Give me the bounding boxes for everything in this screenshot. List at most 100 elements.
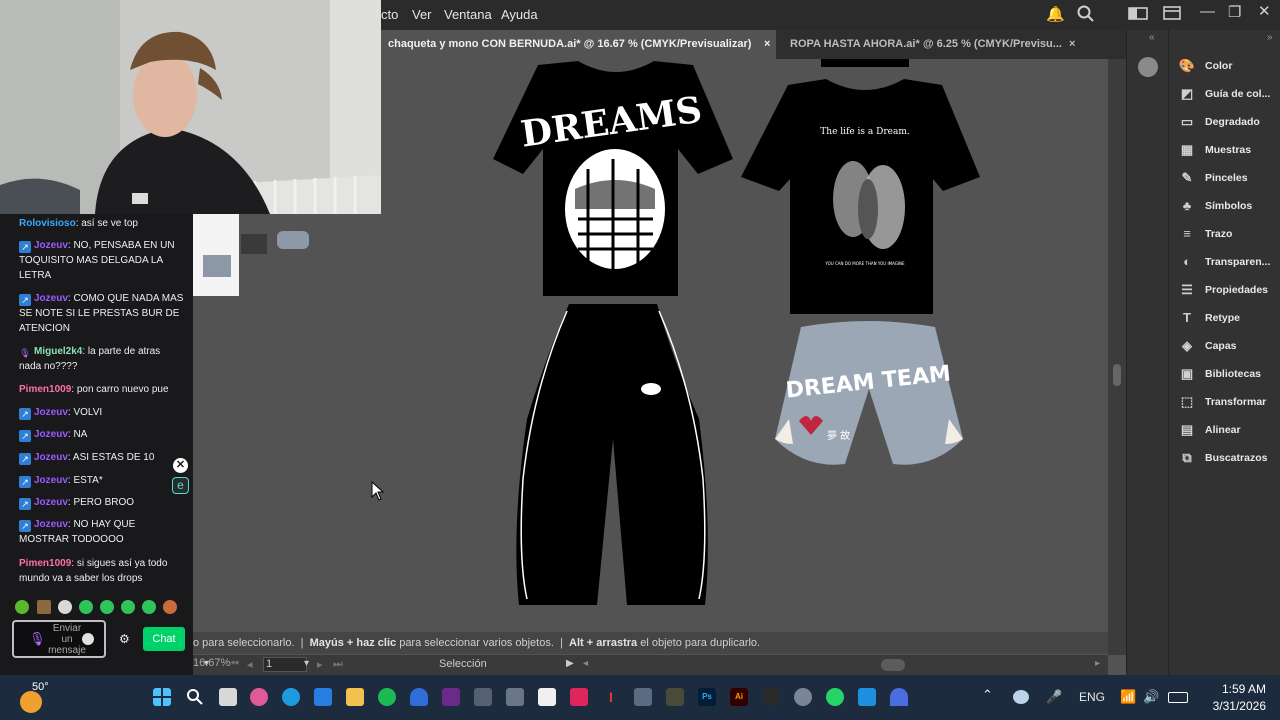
panel-item-transparen[interactable]: ◐ Transparen... [1175, 250, 1280, 274]
emote-icon[interactable] [100, 600, 114, 614]
copilot-icon[interactable] [250, 688, 268, 706]
collapse-icon[interactable]: « [1149, 32, 1155, 43]
app-icon[interactable] [506, 688, 524, 706]
zoom-dropdown-icon[interactable]: ▾ [204, 658, 209, 669]
close-window-icon[interactable]: ✕ [1258, 2, 1271, 20]
scroll-right-icon[interactable]: ▸ [1095, 658, 1100, 669]
first-page-icon[interactable]: ⏮ [229, 658, 239, 671]
chat-username[interactable]: Jozeuv [34, 429, 68, 440]
horizontal-scrollbar-thumb[interactable] [881, 659, 905, 671]
emote-icon[interactable] [163, 600, 177, 614]
panel-item-retype[interactable]: T Retype [1175, 306, 1280, 330]
panel-item-bibliotecas[interactable]: ▣ Bibliotecas [1175, 362, 1280, 386]
weather-temp[interactable]: 50° [32, 681, 49, 693]
weather-icon[interactable] [20, 691, 42, 713]
store-icon[interactable] [314, 688, 332, 706]
menu-item-ver[interactable]: Ver [412, 7, 432, 22]
arrange-docs-icon[interactable] [1163, 5, 1181, 25]
scrollbar-thumb[interactable] [1113, 364, 1121, 386]
defender-icon[interactable] [410, 688, 428, 706]
windows-start-icon[interactable] [153, 688, 171, 706]
prev-page-icon[interactable]: ◂ [247, 658, 253, 671]
expand-panels-icon[interactable]: » [1267, 32, 1273, 43]
clock[interactable]: 1:59 AM 3/31/2026 [1196, 681, 1266, 715]
menu-item-ventana[interactable]: Ventana [444, 7, 492, 22]
panel-item-muestras[interactable]: ▦ Muestras [1175, 138, 1280, 162]
chat-username[interactable]: Jozeuv [34, 497, 68, 508]
gear-icon[interactable]: ⚙ [119, 632, 130, 646]
scroll-left-icon[interactable]: ◂ [583, 658, 588, 669]
app-icon[interactable] [890, 688, 908, 706]
search-icon[interactable] [186, 688, 204, 706]
app-icon[interactable] [666, 688, 684, 706]
chat-username[interactable]: Miguel2k4 [34, 346, 82, 357]
close-tab-icon[interactable]: × [1069, 30, 1075, 59]
close-icon[interactable]: ✕ [173, 458, 188, 473]
search-icon[interactable] [1077, 5, 1095, 27]
battery-icon[interactable] [1168, 692, 1188, 703]
chat-username[interactable]: Pimen1009 [19, 558, 71, 569]
app-icon[interactable] [442, 688, 460, 706]
notepad-icon[interactable] [538, 688, 556, 706]
tool-play-icon[interactable]: ▶ [566, 658, 574, 669]
maximize-icon[interactable]: ❐ [1228, 3, 1241, 21]
chat-input[interactable]: 🎙 Enviar un mensaje [12, 620, 106, 658]
app-icon[interactable]: I [602, 688, 620, 706]
emote-icon[interactable] [58, 600, 72, 614]
workspace-layout-icon[interactable] [1128, 5, 1148, 25]
chevron-up-icon[interactable]: ⌃ [982, 687, 993, 703]
wifi-icon[interactable]: 📶 [1120, 689, 1136, 705]
menu-item-ayuda[interactable]: Ayuda [501, 7, 538, 22]
tab-chaqueta-y-mono[interactable]: chaqueta y mono CON BERNUDA.ai* @ 16.67 … [381, 30, 776, 59]
chat-username[interactable]: Jozeuv [34, 452, 68, 463]
bell-icon[interactable]: 🔔 [1046, 5, 1065, 23]
file-explorer-icon[interactable] [346, 688, 364, 706]
panel-item-degradado[interactable]: ▭ Degradado [1175, 110, 1280, 134]
emote-icon[interactable] [37, 600, 51, 614]
page-dropdown-icon[interactable]: ▾ [304, 658, 309, 669]
chat-username[interactable]: Jozeuv [34, 475, 68, 486]
panel-item-buscatrazos[interactable]: ⧉ Buscatrazos [1175, 446, 1280, 470]
panel-toggle-icon[interactable] [1138, 57, 1158, 77]
panel-item-s-mbolos[interactable]: ♣ Símbolos [1175, 194, 1280, 218]
panel-item-propiedades[interactable]: ☰ Propiedades [1175, 278, 1280, 302]
cloud-icon[interactable] [1013, 690, 1029, 704]
chat-username[interactable]: Rolovisioso [19, 218, 76, 229]
chat-send-button[interactable]: Chat [143, 627, 185, 651]
panel-item-alinear[interactable]: ▤ Alinear [1175, 418, 1280, 442]
menu-item-objeto[interactable]: cto [381, 7, 398, 22]
language-indicator[interactable]: ENG [1079, 690, 1105, 704]
emote-icon[interactable] [15, 600, 29, 614]
panel-item-gu-a-de-col[interactable]: ◩ Guía de col... [1175, 82, 1280, 106]
edge-icon[interactable] [282, 688, 300, 706]
mic-icon[interactable]: 🎙 [29, 631, 46, 647]
obs-icon[interactable] [762, 688, 780, 706]
panel-item-transformar[interactable]: ⬚ Transformar [1175, 390, 1280, 414]
extension-icon[interactable]: e [172, 477, 189, 494]
illustrator-icon[interactable]: Ai [730, 688, 748, 706]
emoji-icon[interactable] [82, 633, 94, 645]
photos-icon[interactable] [858, 688, 876, 706]
chat-username[interactable]: Jozeuv [34, 293, 68, 304]
app-icon[interactable] [474, 688, 492, 706]
emote-icon[interactable] [142, 600, 156, 614]
chat-username[interactable]: Jozeuv [34, 240, 68, 251]
chat-username[interactable]: Jozeuv [34, 407, 68, 418]
music-icon[interactable] [570, 688, 588, 706]
page-number-input[interactable]: 1 [263, 657, 307, 672]
panel-item-capas[interactable]: ◈ Capas [1175, 334, 1280, 358]
photoshop-icon[interactable]: Ps [698, 688, 716, 706]
minimize-icon[interactable]: — [1200, 3, 1215, 20]
spotify-icon[interactable] [378, 688, 396, 706]
panel-item-trazo[interactable]: ≡ Trazo [1175, 222, 1280, 246]
volume-icon[interactable]: 🔊 [1143, 689, 1159, 705]
task-view-icon[interactable] [219, 688, 237, 706]
microphone-icon[interactable]: 🎤 [1046, 689, 1062, 705]
close-tab-icon[interactable]: × [764, 30, 770, 59]
last-page-icon[interactable]: ⏭ [333, 658, 343, 671]
tab-ropa-hasta-ahora[interactable]: ROPA HASTA AHORA.ai* @ 6.25 % (CMYK/Prev… [783, 30, 1083, 59]
emote-icon[interactable] [121, 600, 135, 614]
emote-icon[interactable] [79, 600, 93, 614]
whatsapp-icon[interactable] [826, 688, 844, 706]
chat-username[interactable]: Pimen1009 [19, 384, 71, 395]
